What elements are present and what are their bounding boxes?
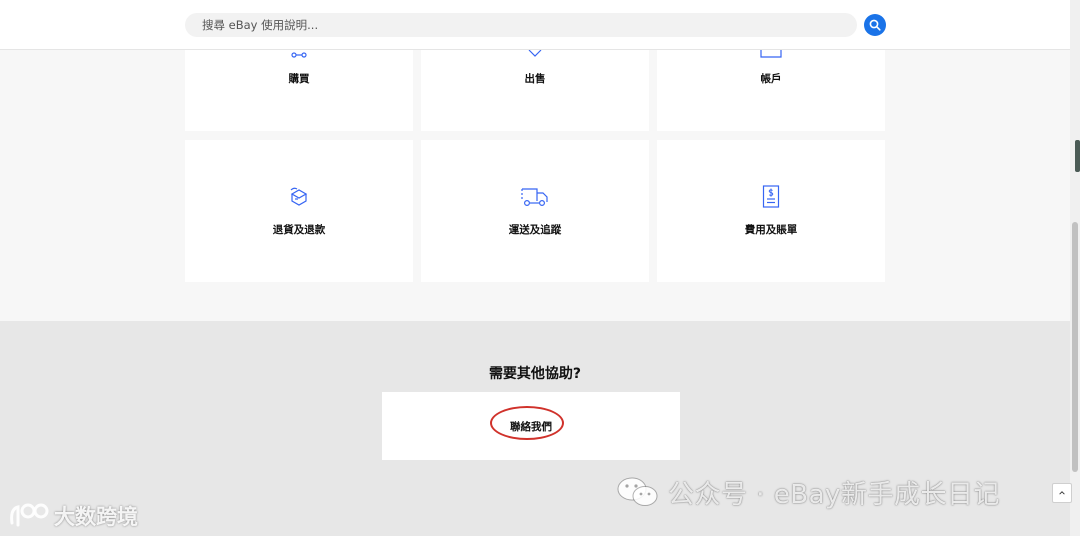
contact-card[interactable]: 聯絡我們 bbox=[382, 392, 680, 460]
scrollbar[interactable] bbox=[1070, 0, 1080, 536]
scroll-thumb[interactable] bbox=[1072, 222, 1078, 472]
watermark-text: 大数跨境 bbox=[54, 505, 138, 529]
category-label: 運送及追蹤 bbox=[508, 224, 562, 236]
help-title: 需要其他協助? bbox=[488, 366, 582, 382]
category-card-fees[interactable]: 費用及賬單 bbox=[657, 140, 885, 282]
watermark-wechat: 公众号 · eBay新手成长日记 bbox=[616, 474, 1000, 510]
category-card-shipping[interactable]: 運送及追蹤 bbox=[421, 140, 649, 282]
watermark-logo: 大数跨境 bbox=[8, 498, 138, 534]
category-label: 帳戶 bbox=[760, 73, 782, 85]
truck-icon bbox=[521, 188, 548, 207]
return-box-icon bbox=[290, 187, 308, 206]
category-card-returns[interactable]: 退貨及退款 bbox=[185, 140, 413, 282]
search-button[interactable] bbox=[864, 14, 886, 36]
search-icon bbox=[869, 19, 881, 31]
tag-icon bbox=[528, 49, 542, 57]
category-label: 出售 bbox=[524, 73, 546, 85]
invoice-icon bbox=[762, 185, 780, 208]
search-box[interactable] bbox=[185, 13, 857, 37]
chevron-up-icon bbox=[1059, 491, 1065, 495]
category-label: 退貨及退款 bbox=[272, 224, 326, 236]
category-label: 購買 bbox=[288, 73, 310, 85]
scroll-edge-marker bbox=[1075, 140, 1080, 172]
category-label: 費用及賬單 bbox=[744, 224, 798, 236]
search-input[interactable] bbox=[185, 13, 857, 37]
wechat-icon bbox=[617, 477, 658, 506]
header-bar bbox=[0, 0, 1070, 50]
account-card-icon bbox=[760, 50, 782, 58]
annotation-circle bbox=[490, 406, 564, 440]
watermark-text: 公众号 · eBay新手成长日记 bbox=[668, 479, 1000, 510]
route-icon bbox=[291, 52, 307, 58]
logo-icon bbox=[10, 503, 49, 527]
back-to-top-button[interactable] bbox=[1052, 483, 1072, 503]
